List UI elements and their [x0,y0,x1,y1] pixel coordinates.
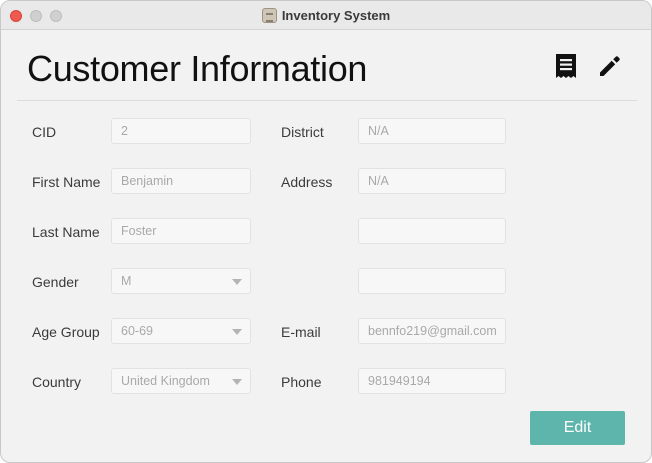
window-title-group: Inventory System [1,1,651,30]
address-line-2-field[interactable] [358,218,506,244]
phone-field[interactable]: 981949194 [358,368,506,394]
receipt-icon[interactable] [553,53,579,79]
last-name-label: Last Name [32,224,100,240]
pencil-icon[interactable] [597,53,623,79]
address-line-3-field[interactable] [358,268,506,294]
age-group-select[interactable]: 60-69 [111,318,251,344]
district-label: District [281,124,324,140]
page-title: Customer Information [27,48,368,89]
email-label: E-mail [281,324,321,340]
country-label: Country [32,374,82,390]
gender-select[interactable]: M [111,268,251,294]
email-field[interactable]: bennfo219@gmail.com [358,318,506,344]
first-name-label: First Name [32,174,101,190]
app-window: Inventory System Customer Information CI… [0,0,652,463]
inventory-app-icon [261,8,277,23]
phone-label: Phone [281,374,322,390]
edit-button[interactable]: Edit [530,411,625,445]
gender-label: Gender [32,274,79,290]
chevron-down-icon [232,329,242,335]
header-divider [17,100,637,101]
age-group-label: Age Group [32,324,100,340]
chevron-down-icon [232,379,242,385]
title-bar: Inventory System [1,1,651,30]
gender-select-value: M [121,274,132,288]
district-field[interactable]: N/A [358,118,506,144]
age-group-select-value: 60-69 [121,324,153,338]
last-name-field[interactable]: Foster [111,218,251,244]
address-field[interactable]: N/A [358,168,506,194]
cid-field[interactable]: 2 [111,118,251,144]
first-name-field[interactable]: Benjamin [111,168,251,194]
window-title: Inventory System [281,8,391,23]
cid-label: CID [32,124,57,140]
country-select-value: United Kingdom [121,374,210,388]
address-label: Address [281,174,333,190]
country-select[interactable]: United Kingdom [111,368,251,394]
chevron-down-icon [232,279,242,285]
